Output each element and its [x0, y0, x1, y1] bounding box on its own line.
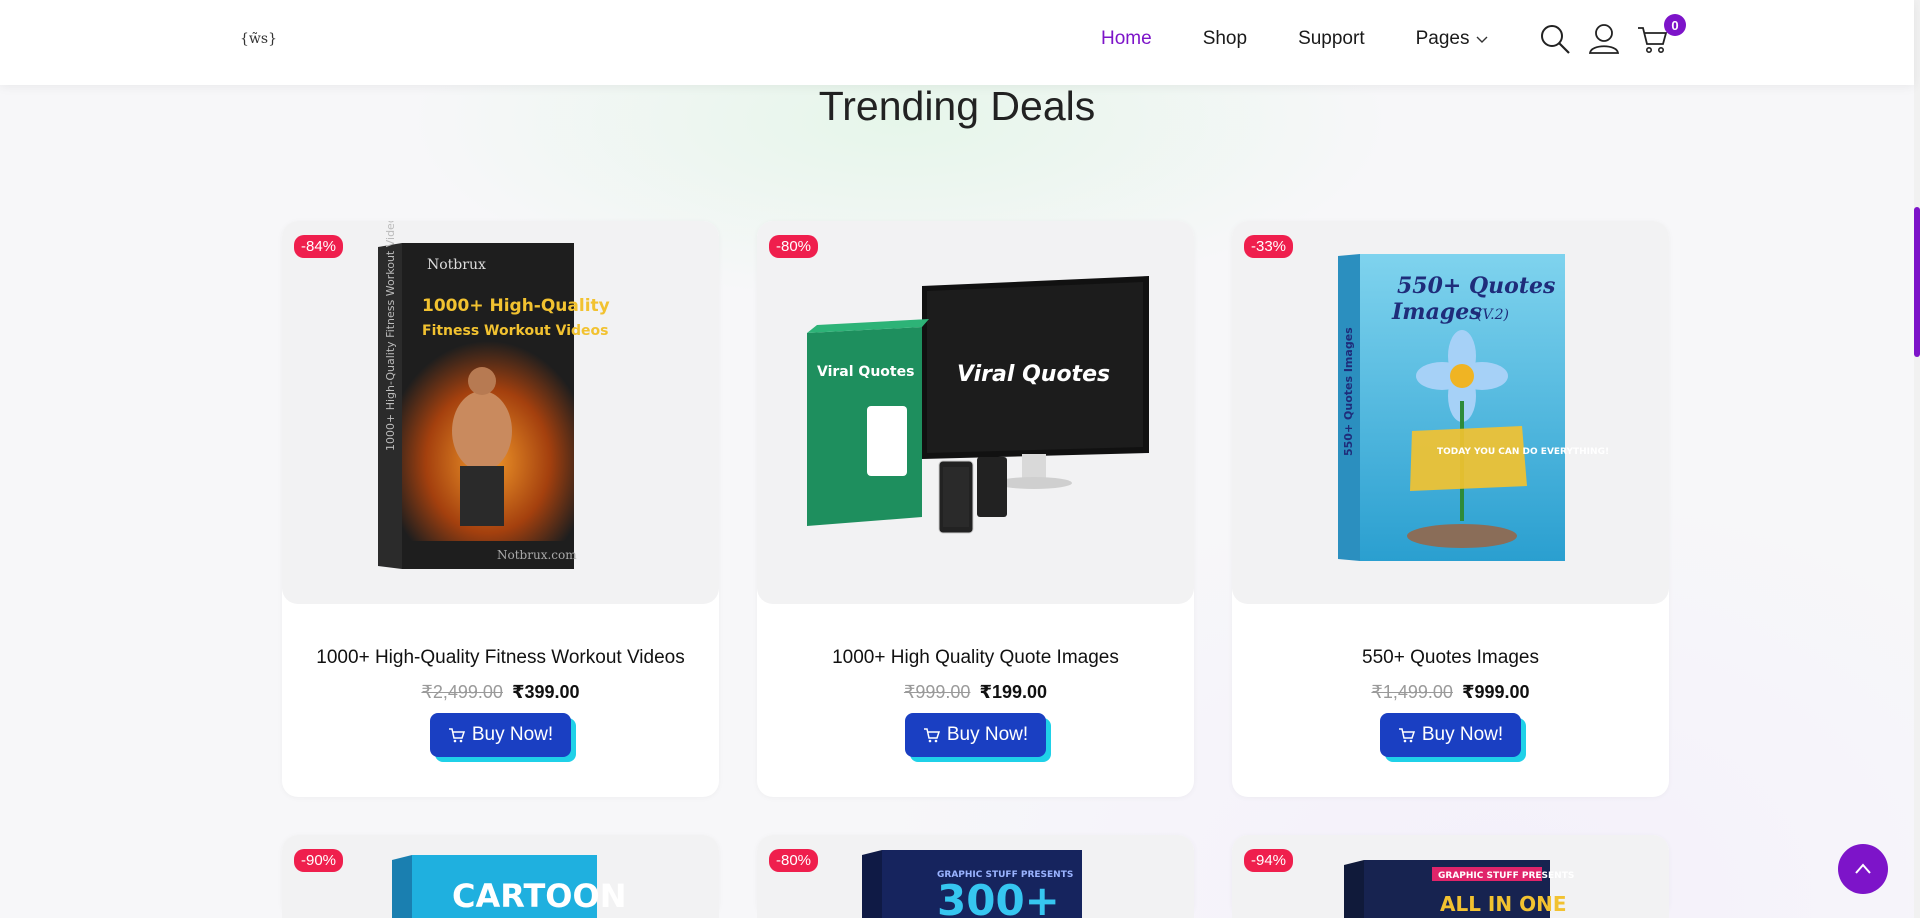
quotes-box-image: 550+ Quotes Images (V.2) TODAY YOU CAN D… — [1338, 254, 1609, 561]
discount-badge: -90% — [294, 849, 344, 872]
fitness-box-image: Notbrux 1000+ High-Quality Fitness Worko… — [378, 221, 610, 569]
new-price: ₹399.00 — [511, 682, 580, 702]
nav-pages-label: Pages — [1415, 28, 1470, 49]
buy-now-button[interactable]: Buy Now! — [905, 713, 1046, 757]
cart-count-badge: 0 — [1664, 14, 1686, 36]
product-card[interactable]: -80% Viral Quotes Viral Quotes 1000+ Hig… — [757, 221, 1194, 797]
box-tag: GRAPHIC STUFF PRESENTS — [1438, 871, 1574, 881]
product-title[interactable]: 1000+ High-Quality Fitness Workout Video… — [282, 647, 719, 669]
new-price: ₹999.00 — [1461, 682, 1530, 702]
box-headline: 550+ Quotes — [1397, 273, 1555, 299]
box-headline: 1000+ High-Quality — [422, 296, 610, 316]
product-image[interactable]: -84% Notbrux 1000+ High-Quality Fitness … — [282, 221, 719, 604]
buy-now-label: Buy Now! — [946, 724, 1029, 745]
page-scrollbar-thumb[interactable] — [1914, 207, 1920, 357]
buy-now-label: Buy Now! — [1421, 724, 1504, 745]
discount-badge: -84% — [294, 235, 344, 258]
discount-badge: -33% — [1244, 235, 1294, 258]
buy-now-label: Buy Now! — [471, 724, 554, 745]
site-header: {w̃s} Home Shop Support Pages 0 — [0, 0, 1914, 85]
box-headline: 300+ — [937, 876, 1060, 918]
discount-badge: -80% — [769, 235, 819, 258]
nav-pages[interactable]: Pages — [1416, 28, 1490, 50]
cart-icon — [923, 728, 940, 743]
old-price: ₹1,499.00 — [1371, 682, 1453, 702]
product-card[interactable]: -84% Notbrux 1000+ High-Quality Fitness … — [282, 221, 719, 797]
product-price: ₹1,499.00 ₹999.00 — [1232, 682, 1669, 703]
viral-quotes-image: Viral Quotes Viral Quotes — [807, 276, 1149, 534]
box-brand: Notbrux — [427, 257, 486, 273]
box-spine: 1000+ High-Quality Fitness Workout Video… — [384, 221, 397, 451]
box-spine: 550+ Quotes Images — [1342, 327, 1355, 456]
nav-home[interactable]: Home — [1101, 28, 1152, 50]
old-price: ₹999.00 — [903, 682, 971, 702]
product-image[interactable]: -33% 550+ Quotes Images (V.2) TODAY YOU … — [1232, 221, 1669, 604]
box-version: (V.2) — [1477, 307, 1509, 323]
nav-support[interactable]: Support — [1298, 28, 1365, 50]
site-logo[interactable]: {w̃s} — [240, 31, 277, 47]
arrow-up-icon — [1855, 863, 1871, 874]
page-scrollbar-track[interactable] — [1914, 0, 1920, 918]
product-image[interactable]: -80% Viral Quotes Viral Quotes — [757, 221, 1194, 604]
nav-shop[interactable]: Shop — [1203, 28, 1247, 50]
product-image[interactable]: -80% GRAPHIC STUFF PRESENTS 300+ — [757, 835, 1194, 918]
box-brand: Viral Quotes — [817, 364, 914, 380]
discount-badge: -80% — [769, 849, 819, 872]
buy-now-button[interactable]: Buy Now! — [1380, 713, 1521, 757]
all-in-one-box-image: GRAPHIC STUFF PRESENTS ALL IN ONE — [1344, 860, 1574, 918]
cart-icon — [1398, 728, 1415, 743]
box-headline: CARTOON — [452, 877, 626, 915]
box-sub: Fitness Workout Videos — [422, 323, 608, 339]
product-image[interactable]: -90% CARTOON — [282, 835, 719, 918]
cartoon-box-image: CARTOON — [392, 855, 626, 918]
box-banner: TODAY YOU CAN DO EVERYTHING! — [1437, 447, 1609, 457]
product-price: ₹999.00 ₹199.00 — [757, 682, 1194, 703]
product-card[interactable]: -94% GRAPHIC STUFF PRESENTS ALL IN ONE — [1232, 835, 1669, 918]
product-card[interactable]: -33% 550+ Quotes Images (V.2) TODAY YOU … — [1232, 221, 1669, 797]
product-price: ₹2,499.00 ₹399.00 — [282, 682, 719, 703]
section-title: Trending Deals — [818, 83, 1096, 129]
product-title[interactable]: 550+ Quotes Images — [1232, 647, 1669, 669]
buy-now-button[interactable]: Buy Now! — [430, 713, 571, 757]
back-to-top-button[interactable] — [1838, 844, 1888, 894]
graphic-box-image: GRAPHIC STUFF PRESENTS 300+ — [862, 850, 1082, 918]
product-card[interactable]: -80% GRAPHIC STUFF PRESENTS 300+ — [757, 835, 1194, 918]
box-site: Notbrux.com — [497, 548, 577, 562]
old-price: ₹2,499.00 — [421, 682, 503, 702]
box-headline: ALL IN ONE — [1440, 892, 1566, 916]
product-card[interactable]: -90% CARTOON — [282, 835, 719, 918]
cart-icon — [448, 728, 465, 743]
main-nav: Home Shop Support Pages — [1101, 28, 1540, 50]
search-icon[interactable] — [1538, 22, 1572, 56]
box-sub: Images — [1391, 299, 1482, 325]
discount-badge: -94% — [1244, 849, 1294, 872]
new-price: ₹199.00 — [979, 682, 1048, 702]
chevron-down-icon — [1476, 36, 1488, 43]
product-title[interactable]: 1000+ High Quality Quote Images — [757, 647, 1194, 669]
product-image[interactable]: -94% GRAPHIC STUFF PRESENTS ALL IN ONE — [1232, 835, 1669, 918]
monitor-brand: Viral Quotes — [957, 362, 1110, 387]
user-icon[interactable] — [1587, 22, 1621, 56]
